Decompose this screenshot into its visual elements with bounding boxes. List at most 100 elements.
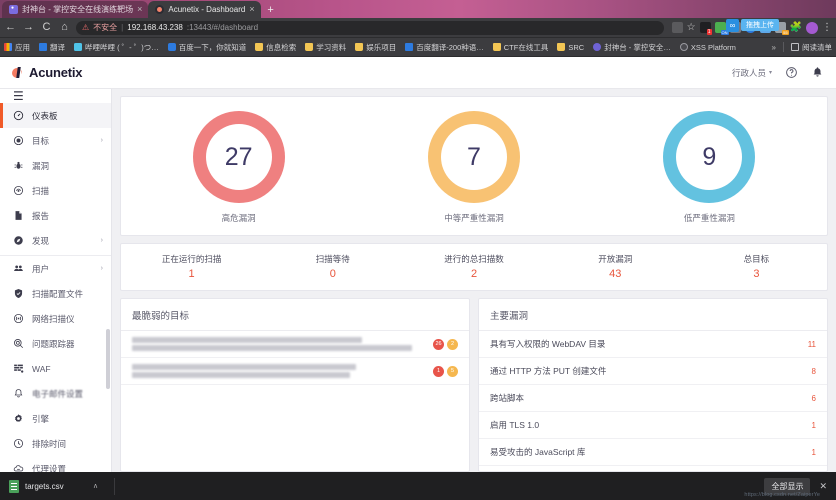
tab-title: 封神台 - 掌控安全在线演练靶场	[22, 5, 134, 14]
shield-config-icon	[13, 288, 24, 299]
donut-chart-low: 9	[663, 111, 756, 203]
bookmarks-overflow-icon[interactable]: »	[772, 43, 776, 52]
address-bar[interactable]: ⚠ 不安全 | 192.168.43.238 :13443/#/dashboar…	[76, 20, 664, 35]
stat-label: 总目标	[743, 254, 770, 264]
list-item[interactable]: 启用 TLS 1.0 1	[479, 412, 827, 439]
back-icon[interactable]: ←	[4, 22, 17, 33]
bookmark-label: 应用	[15, 42, 30, 52]
sidebar-item-excluded-hours[interactable]: 排除时间	[0, 431, 111, 456]
user-menu[interactable]: 行政人员 ▾	[732, 67, 772, 79]
chevron-down-icon: ▾	[768, 70, 772, 76]
translate-icon[interactable]	[671, 22, 683, 33]
stat-label: 正在运行的扫描	[161, 254, 222, 264]
sidebar-item-scans[interactable]: 扫描	[0, 178, 111, 203]
stat-value: 2	[470, 268, 478, 280]
bookmark-fengshentai[interactable]: 封神台 - 掌控安全…	[593, 42, 671, 53]
bookmark-folder-src[interactable]: SRC	[557, 43, 584, 52]
extension-on-icon[interactable]	[714, 22, 729, 35]
sidebar-item-label: 漏洞	[32, 160, 50, 171]
bookmark-baidu-translate[interactable]: 百度翻译-200种语…	[405, 42, 484, 53]
bookmark-folder-info[interactable]: 信息检索	[255, 42, 296, 53]
chevron-right-icon: ›	[100, 237, 103, 244]
sidebar-item-reports[interactable]: 报告	[0, 203, 111, 228]
bug-icon	[13, 160, 24, 171]
cloud-proxy-icon	[13, 463, 24, 472]
stat-label: 进行的总扫描数	[444, 254, 504, 264]
list-item[interactable]: 通过 HTTP 方法 PUT 创建文件 8	[479, 358, 827, 385]
sidebar-scrollbar[interactable]	[106, 329, 110, 389]
severity-badges: 26 2	[433, 338, 458, 350]
notifications-bell-icon[interactable]	[811, 66, 824, 79]
bookmark-translate[interactable]: 翻译	[39, 42, 65, 53]
dashboard-panels: 最脆弱的目标 26 2 1 5 主要漏洞 具有写入权限的 WebDAV 目录 1…	[120, 298, 828, 472]
sidebar-item-email-settings[interactable]: 电子邮件设置	[0, 381, 111, 406]
bookmark-bilibili[interactable]: 哔哩哔哩 ( ゜- ゜)つ…	[74, 42, 159, 53]
donut-value: 9	[702, 142, 717, 171]
sidebar-item-label: 用户	[32, 263, 50, 274]
bookmark-apps[interactable]: 应用	[4, 42, 30, 53]
forward-icon[interactable]: →	[22, 22, 35, 33]
list-item[interactable]: 具有写入权限的 WebDAV 目录 11	[479, 331, 827, 358]
home-icon[interactable]: ⌂	[58, 22, 71, 33]
help-icon[interactable]	[785, 66, 798, 79]
extension-recorder-icon[interactable]	[699, 22, 712, 35]
vulnerability-count: 8	[811, 366, 816, 376]
sidebar-item-issue-tracker[interactable]: 问题跟踪器	[0, 331, 111, 356]
badge-medium: 5	[447, 365, 458, 377]
sidebar-item-users[interactable]: 用户 ›	[0, 256, 111, 281]
new-tab-button[interactable]: +	[261, 1, 281, 18]
reading-list-button[interactable]: 阅读清单	[791, 42, 832, 53]
divider	[114, 477, 116, 495]
reload-icon[interactable]: C	[40, 22, 53, 33]
stat-total-targets: 总目标 3	[686, 253, 827, 280]
shield-icon	[593, 43, 602, 51]
tab-close-icon[interactable]: ×	[249, 5, 254, 14]
puzzle-icon[interactable]: 🧩	[790, 22, 802, 33]
bookmark-baidu[interactable]: 百度一下，你就知道	[167, 42, 246, 53]
apps-grid-icon	[4, 43, 12, 51]
sidebar-item-vulnerabilities[interactable]: 漏洞	[0, 153, 111, 178]
donut-chart-medium: 7	[427, 111, 520, 203]
bookmark-folder-study[interactable]: 学习资料	[305, 42, 346, 53]
sidebar-item-dashboard[interactable]: 仪表板	[0, 103, 111, 128]
browser-tab-0[interactable]: 封神台 - 掌控安全在线演练靶场 ×	[2, 1, 149, 18]
acunetix-logo[interactable]: Acunetix	[12, 65, 83, 80]
severity-donuts-card: 27 高危漏洞 7 中等严重性漏洞 9 低严重性漏洞	[120, 96, 828, 236]
profile-avatar[interactable]	[806, 21, 818, 34]
vulnerability-name: 启用 TLS 1.0	[490, 420, 540, 430]
bookmark-xss-platform[interactable]: XSS Platform	[679, 43, 736, 52]
sidebar-item-waf[interactable]: WAF	[0, 356, 111, 381]
folder-icon	[355, 43, 364, 51]
vulnerability-name: 通过 HTTP 方法 PUT 创建文件	[490, 366, 607, 376]
stat-value: 3	[753, 268, 760, 280]
list-item[interactable]: 跨站脚本 6	[479, 385, 827, 412]
close-download-bar-icon[interactable]: ✕	[819, 481, 827, 492]
target-icon	[13, 135, 24, 146]
bookmark-label: 哔哩哔哩 ( ゜- ゜)つ…	[85, 42, 159, 52]
sidebar-item-discovery[interactable]: 发现 ›	[0, 228, 111, 253]
table-row[interactable]: 1 5	[121, 358, 469, 385]
vulnerability-name: 跨站脚本	[490, 393, 525, 403]
bookmark-folder-entertainment[interactable]: 娱乐项目	[355, 42, 396, 53]
donut-medium-severity: 7 中等严重性漏洞	[356, 111, 591, 224]
browser-tab-1[interactable]: Acunetix - Dashboard ×	[148, 1, 261, 18]
tab-close-icon[interactable]: ×	[137, 5, 142, 14]
stat-value: 0	[329, 268, 336, 280]
star-icon[interactable]: ☆	[687, 22, 696, 33]
chevron-up-icon[interactable]: ʌ	[94, 483, 98, 490]
sidebar-item-scan-profiles[interactable]: 扫描配置文件	[0, 281, 111, 306]
list-item[interactable]: 易受攻击的 JavaScript 库 1	[479, 439, 827, 466]
sidebar-item-engines[interactable]: 引擎	[0, 406, 111, 431]
sidebar-toggle-icon[interactable]: ☰	[0, 89, 111, 103]
bookmark-folder-ctf[interactable]: CTF在线工具	[492, 42, 548, 53]
sidebar-item-network-scanner[interactable]: 网络扫描仪	[0, 306, 111, 331]
badge-high: 26	[433, 338, 444, 350]
sidebar-item-targets[interactable]: 目标 ›	[0, 128, 111, 153]
drag-upload-chip[interactable]: 拖拽上传	[741, 19, 779, 31]
vulnerability-name: 易受攻击的 JavaScript 库	[490, 447, 586, 457]
upload-cloud-icon[interactable]: ∞	[726, 19, 739, 32]
download-item[interactable]: targets.csv ʌ	[9, 479, 98, 493]
chrome-menu-icon[interactable]: ⋮	[822, 22, 832, 33]
sidebar-item-proxy-settings[interactable]: 代理设置	[0, 456, 111, 472]
table-row[interactable]: 26 2	[121, 331, 469, 358]
